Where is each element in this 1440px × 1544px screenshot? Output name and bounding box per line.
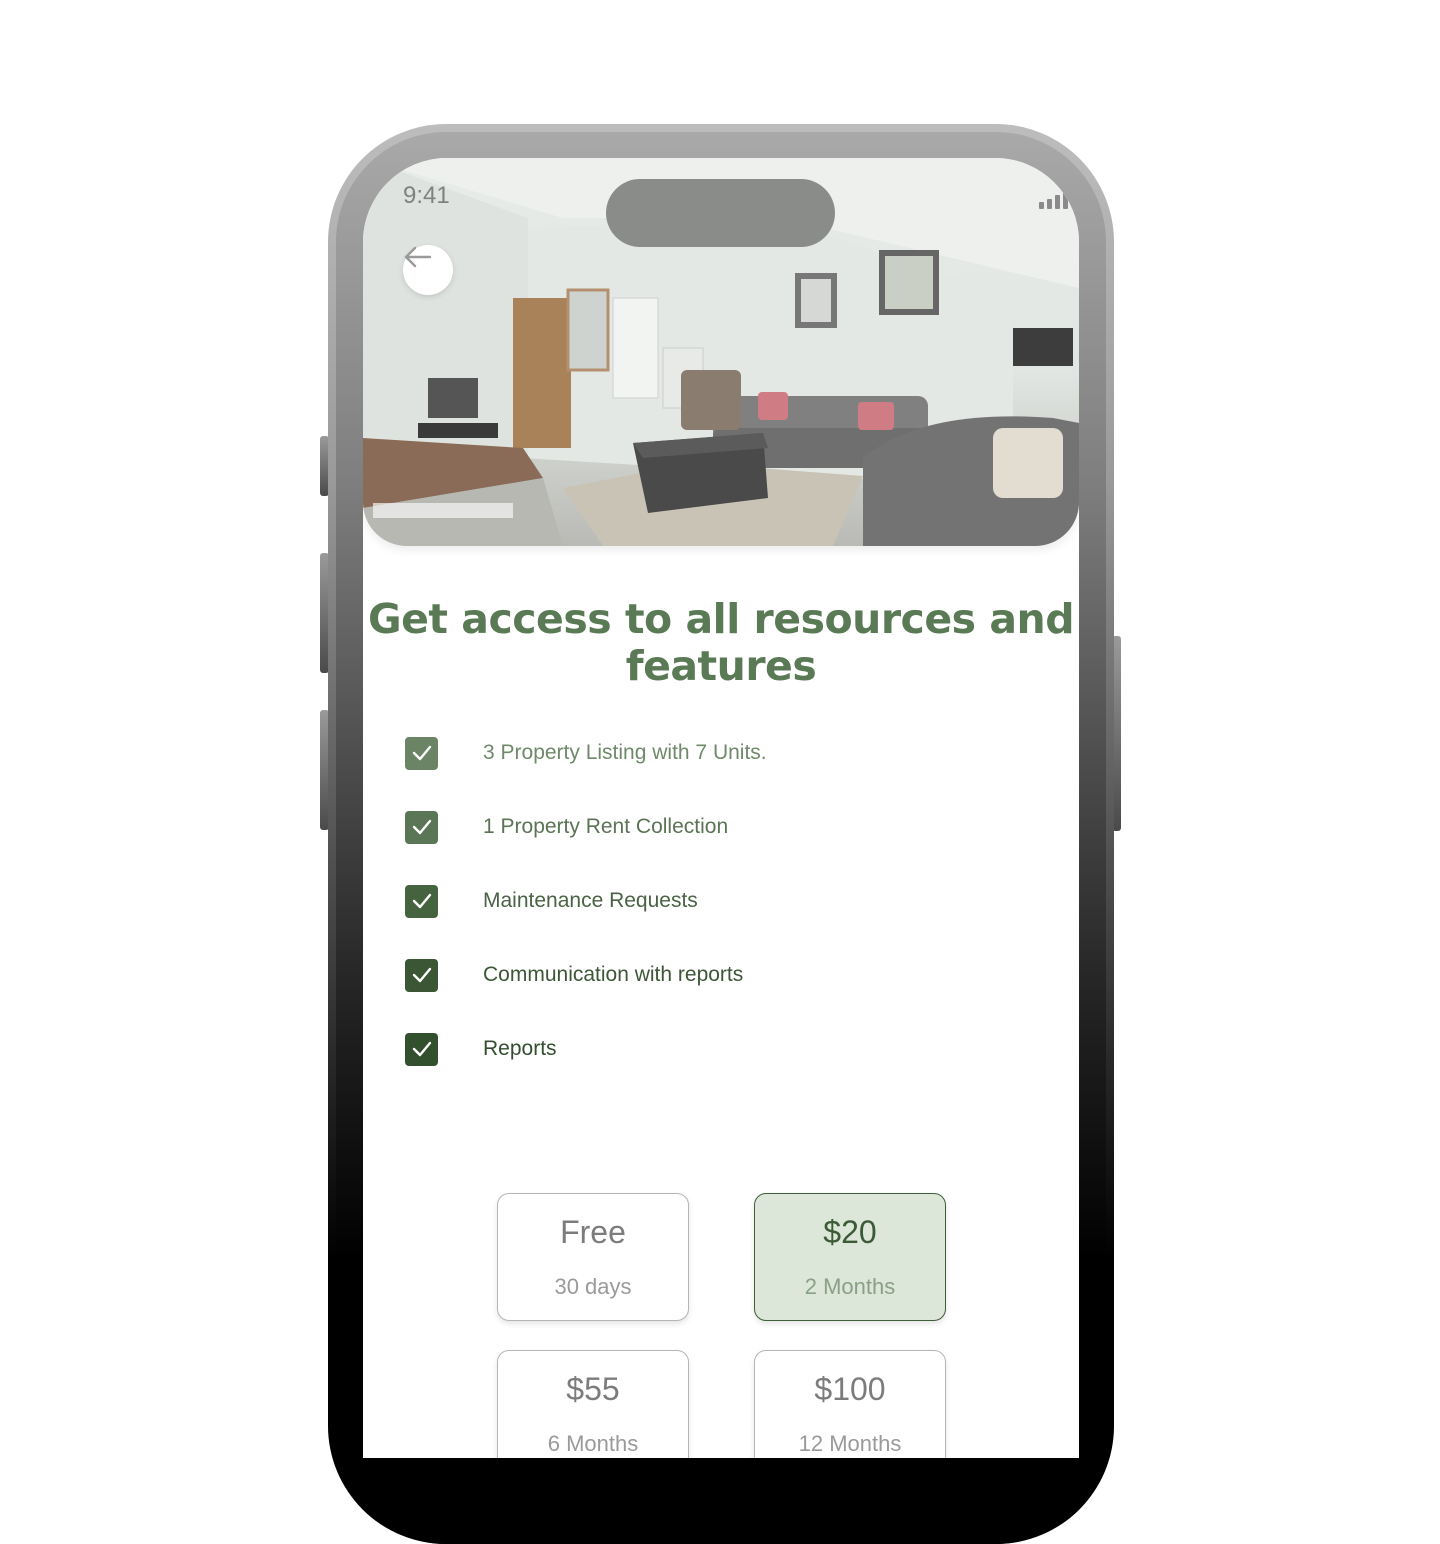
plan-period: 12 Months [798, 1431, 902, 1456]
feature-label: 1 Property Rent Collection [483, 815, 729, 838]
feature-checkbox[interactable] [405, 736, 438, 770]
feature-item: Communication with reports [405, 958, 1005, 992]
feature-item: 3 Property Listing with 7 Units. [405, 736, 1005, 770]
dynamic-island [606, 179, 835, 247]
checkmark-icon [412, 893, 431, 909]
feature-label: Reports [483, 1037, 557, 1060]
cellular-signal-icon [1039, 191, 1068, 209]
plan-option-2-months[interactable]: $20 2 Months [754, 1193, 946, 1321]
feature-checkbox[interactable] [405, 958, 438, 992]
checkmark-icon [412, 745, 431, 761]
plan-option-6-months[interactable]: $55 6 Months [497, 1350, 689, 1458]
plan-option-12-months[interactable]: $100 12 Months [754, 1350, 946, 1458]
plan-period: 30 days [554, 1274, 632, 1299]
plan-price: $100 [814, 1371, 886, 1407]
feature-item: 1 Property Rent Collection [405, 810, 1005, 844]
checkmark-icon [412, 967, 431, 983]
feature-item: Maintenance Requests [405, 884, 1005, 918]
screen: 9:41 Get access to all resources and fea… [363, 158, 1079, 1458]
feature-checkbox[interactable] [405, 1032, 438, 1066]
page-title: Get access to all resources and features [367, 595, 1075, 690]
checkmark-icon [412, 819, 431, 835]
feature-checkbox[interactable] [405, 884, 438, 918]
plan-price: $20 [823, 1214, 877, 1250]
checkmark-icon [412, 1041, 431, 1057]
plan-price: $55 [566, 1371, 620, 1407]
feature-item: Reports [405, 1032, 1005, 1066]
back-button[interactable] [403, 245, 453, 295]
feature-label: Communication with reports [483, 963, 744, 986]
arrow-left-icon [404, 246, 432, 268]
plan-price: Free [560, 1214, 626, 1250]
feature-checkbox[interactable] [405, 810, 438, 844]
plan-period: 6 Months [547, 1431, 639, 1456]
feature-label: Maintenance Requests [483, 889, 698, 912]
status-time: 9:41 [403, 182, 450, 209]
feature-label: 3 Property Listing with 7 Units. [483, 741, 767, 764]
plan-period: 2 Months [804, 1274, 896, 1299]
property-hero-image: 9:41 [363, 158, 1079, 546]
plan-option-free[interactable]: Free 30 days [497, 1193, 689, 1321]
